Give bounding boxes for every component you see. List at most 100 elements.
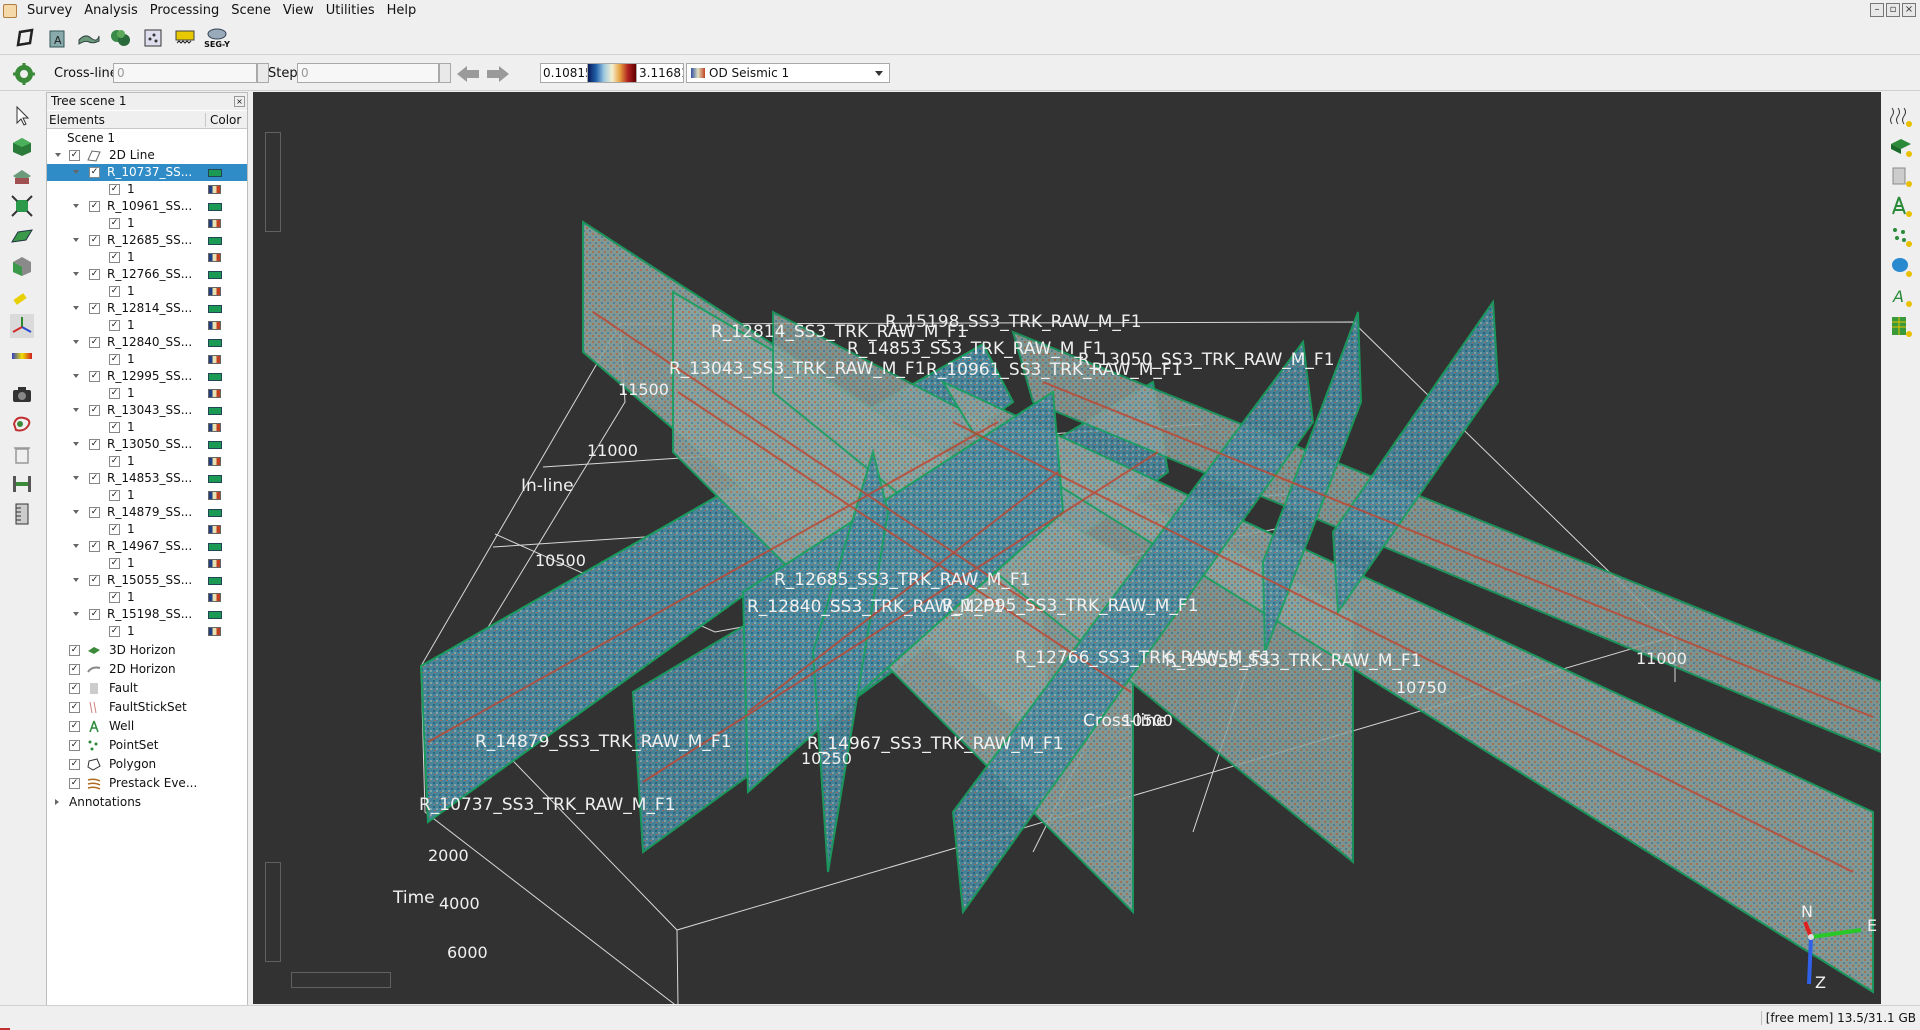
expand-toggle-icon[interactable]	[73, 612, 79, 616]
colorbar-min-value[interactable]: 0.10815	[540, 63, 588, 83]
line-color-swatch[interactable]	[208, 339, 222, 347]
visibility-checkbox[interactable]: ✓	[109, 456, 120, 467]
tree-item-line[interactable]: ✓ R_12814_SS...	[47, 300, 247, 317]
tree-item-attribute[interactable]: ✓ 1	[47, 487, 247, 504]
thumbwheel-left-top[interactable]	[265, 132, 281, 232]
tree-item-group[interactable]: ✓ Well	[47, 718, 247, 735]
visibility-checkbox[interactable]: ✓	[89, 439, 100, 450]
tree-item-attribute[interactable]: ✓ 1	[47, 623, 247, 640]
arrow-right-icon[interactable]	[485, 64, 511, 84]
visibility-checkbox[interactable]: ✓	[89, 473, 100, 484]
colorbar[interactable]	[588, 63, 636, 83]
colortable-swatch-icon[interactable]	[208, 253, 221, 262]
tree-item-line[interactable]: ✓ R_14967_SS...	[47, 538, 247, 555]
visibility-checkbox[interactable]: ✓	[109, 558, 120, 569]
menu-view[interactable]: View	[277, 0, 320, 21]
tree-item-attribute[interactable]: ✓ 1	[47, 215, 247, 232]
visibility-checkbox[interactable]: ✓	[89, 201, 100, 212]
colortable-swatch-icon[interactable]	[208, 457, 221, 466]
tree-item-line[interactable]: ✓ R_15055_SS...	[47, 572, 247, 589]
well-tool-icon[interactable]	[1889, 194, 1913, 218]
expand-toggle-icon[interactable]	[73, 204, 79, 208]
tree-item-line[interactable]: ✓ R_14879_SS...	[47, 504, 247, 521]
visibility-checkbox[interactable]: ✓	[69, 721, 80, 732]
horizon-tool-icon[interactable]	[1889, 134, 1913, 158]
visibility-checkbox[interactable]: ✓	[109, 184, 120, 195]
tree-item-line[interactable]: ✓ R_12995_SS...	[47, 368, 247, 385]
expand-toggle-icon[interactable]	[73, 374, 79, 378]
expand-toggle-icon[interactable]	[55, 799, 59, 805]
colortable-swatch-icon[interactable]	[208, 389, 221, 398]
tree-item-group[interactable]: ✓ 3D Horizon	[47, 642, 247, 659]
camera-icon[interactable]	[10, 382, 34, 406]
expand-toggle-icon[interactable]	[73, 476, 79, 480]
tree-item-group[interactable]: ✓ Prestack Eve...	[47, 775, 247, 792]
colorbar-icon[interactable]	[10, 344, 34, 368]
line-color-swatch[interactable]	[208, 203, 222, 211]
tree-item-2d-line[interactable]: ✓ 2D Line	[47, 147, 247, 164]
line-color-swatch[interactable]	[208, 305, 222, 313]
visibility-checkbox[interactable]: ✓	[69, 683, 80, 694]
expand-toggle-icon[interactable]	[73, 510, 79, 514]
step-spinner[interactable]	[439, 63, 451, 83]
line-color-swatch[interactable]	[208, 407, 222, 415]
horizon-icon[interactable]	[76, 25, 102, 51]
colortable-swatch-icon[interactable]	[208, 525, 221, 534]
visibility-checkbox[interactable]: ✓	[109, 354, 120, 365]
colorbar-max-value[interactable]: 3.11681	[636, 63, 684, 83]
tree-item-attribute[interactable]: ✓ 1	[47, 283, 247, 300]
tree-item-line[interactable]: ✓ R_12685_SS...	[47, 232, 247, 249]
pointset-tool-icon[interactable]	[1889, 224, 1913, 248]
add-volume-icon[interactable]	[10, 134, 34, 158]
line-color-swatch[interactable]	[208, 237, 222, 245]
line-color-swatch[interactable]	[208, 441, 222, 449]
tree-item-line[interactable]: ✓ R_13043_SS...	[47, 402, 247, 419]
line-color-swatch[interactable]	[208, 611, 222, 619]
seismic-traces-icon[interactable]	[1889, 104, 1913, 128]
gear-icon[interactable]	[12, 62, 36, 86]
colortable-swatch-icon[interactable]	[208, 287, 221, 296]
tree-item-attribute[interactable]: ✓ 1	[47, 453, 247, 470]
3d-scene-viewport[interactable]: R_15198_SS3_TRK_RAW_M_F1 R_12814_SS3_TRK…	[253, 92, 1881, 1004]
visibility-checkbox[interactable]: ✓	[69, 702, 80, 713]
visibility-checkbox[interactable]: ✓	[69, 778, 80, 789]
colortable-swatch-icon[interactable]	[208, 491, 221, 500]
tree-item-attribute[interactable]: ✓ 1	[47, 351, 247, 368]
visibility-checkbox[interactable]: ✓	[109, 422, 120, 433]
expand-toggle-icon[interactable]	[73, 238, 79, 242]
visibility-checkbox[interactable]: ✓	[109, 286, 120, 297]
tree-item-group[interactable]: ✓ Fault	[47, 680, 247, 697]
menu-processing[interactable]: Processing	[144, 0, 225, 21]
pick-color-icon[interactable]	[10, 284, 34, 308]
step-input[interactable]: 0	[297, 63, 439, 83]
expand-toggle-icon[interactable]	[73, 340, 79, 344]
visibility-checkbox[interactable]: ✓	[89, 303, 100, 314]
menu-scene[interactable]: Scene	[225, 0, 277, 21]
visibility-checkbox[interactable]: ✓	[89, 541, 100, 552]
visibility-checkbox[interactable]: ✓	[89, 507, 100, 518]
tree-item-line[interactable]: ✓ R_12840_SS...	[47, 334, 247, 351]
tree-item-line[interactable]: ✓ R_15198_SS...	[47, 606, 247, 623]
colortable-swatch-icon[interactable]	[208, 355, 221, 364]
colortable-swatch-icon[interactable]	[208, 559, 221, 568]
pointer-icon[interactable]	[10, 104, 34, 128]
segy-icon[interactable]: SEG-Y	[204, 25, 230, 51]
tree-item-attribute[interactable]: ✓ 1	[47, 181, 247, 198]
expand-toggle-icon[interactable]	[73, 578, 79, 582]
tree-item-line[interactable]: ✓ R_10961_SS...	[47, 198, 247, 215]
add-horizon-icon[interactable]	[10, 164, 34, 188]
thumbwheel-bottom[interactable]	[291, 972, 391, 988]
menu-utilities[interactable]: Utilities	[320, 0, 381, 21]
visibility-checkbox[interactable]: ✓	[109, 490, 120, 501]
visibility-checkbox[interactable]: ✓	[69, 645, 80, 656]
colortable-swatch-icon[interactable]	[208, 593, 221, 602]
visibility-checkbox[interactable]: ✓	[89, 371, 100, 382]
tree-item-attribute[interactable]: ✓ 1	[47, 317, 247, 334]
segy-preprocess-icon[interactable]	[172, 25, 198, 51]
tree-item-annotations[interactable]: Annotations	[47, 794, 247, 811]
tree-item-group[interactable]: ✓ FaultStickSet	[47, 699, 247, 716]
visibility-checkbox[interactable]: ✓	[109, 592, 120, 603]
visibility-checkbox[interactable]: ✓	[109, 626, 120, 637]
menu-analysis[interactable]: Analysis	[78, 0, 144, 21]
minimize-icon[interactable]: –	[1870, 3, 1884, 17]
